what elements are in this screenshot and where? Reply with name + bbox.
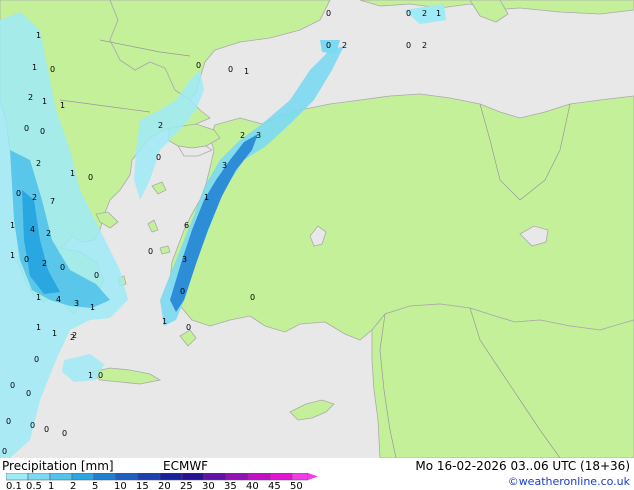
model-name: ECMWF: [163, 459, 209, 473]
precip-label: 1: [88, 371, 93, 380]
precip-label: 0: [250, 293, 255, 302]
precip-label: 2: [72, 331, 77, 340]
scale-swatch: [115, 473, 139, 481]
scale-swatch: [93, 473, 117, 481]
scale-swatch: [203, 473, 227, 481]
credit-link[interactable]: ©weatheronline.co.uk: [508, 475, 630, 488]
scale-label: 20: [158, 481, 171, 490]
precip-label: 0: [196, 61, 201, 70]
precip-label: 0: [94, 271, 99, 280]
scale-label: 0.5: [26, 481, 42, 490]
precip-label: 1: [32, 63, 37, 72]
scale-label: 40: [246, 481, 259, 490]
precip-label: 4: [56, 295, 61, 304]
scale-label: 15: [136, 481, 149, 490]
precip-label: 1: [42, 97, 47, 106]
valid-time: Mo 16-02-2026 03..06 UTC (18+36): [415, 459, 630, 473]
precip-label: 1: [90, 303, 95, 312]
scale-label: 2: [70, 481, 76, 490]
precip-label: 0: [34, 355, 39, 364]
precip-label: 0: [88, 173, 93, 182]
scale-label: 50: [290, 481, 303, 490]
precip-label: 0: [326, 41, 331, 50]
scale-swatch: [137, 473, 161, 481]
scale-swatch: [49, 473, 73, 481]
precip-label: 0: [186, 323, 191, 332]
scale-swatch: [27, 473, 51, 481]
precip-label: 0: [228, 65, 233, 74]
scale-label: 30: [202, 481, 215, 490]
precip-label: 0: [26, 389, 31, 398]
precip-label: 1: [70, 169, 75, 178]
precip-label: 0: [156, 153, 161, 162]
precip-label: 6: [184, 221, 189, 230]
scale-label: 35: [224, 481, 237, 490]
scale-label: 1: [48, 481, 54, 490]
precip-label: 4: [30, 225, 35, 234]
scale-swatch: [225, 473, 249, 481]
precip-label: 7: [50, 197, 55, 206]
precip-label: 0: [6, 417, 11, 426]
precip-label: 0: [326, 9, 331, 18]
scale-label: 5: [92, 481, 98, 490]
precip-label: 2: [422, 41, 427, 50]
scale-label: 10: [114, 481, 127, 490]
precip-label: 0: [30, 421, 35, 430]
precip-label: 0: [60, 263, 65, 272]
precip-label: 0: [50, 65, 55, 74]
precip-label: 1: [10, 251, 15, 260]
precip-label: 0: [98, 371, 103, 380]
precip-label: 0: [148, 247, 153, 256]
scale-swatch: [291, 473, 309, 481]
precip-label: 0: [406, 41, 411, 50]
scale-swatch: [159, 473, 183, 481]
scale-label: 0.1: [6, 481, 22, 490]
legend-footer: Precipitation [mm] ECMWF Mo 16-02-2026 0…: [0, 458, 634, 490]
precip-label: 2: [42, 259, 47, 268]
precip-label: 1: [36, 293, 41, 302]
scale-swatch: [71, 473, 95, 481]
scale-label: 45: [268, 481, 281, 490]
precip-label: 0: [40, 127, 45, 136]
color-scale: 0.1 0.5 1 2 5 10 15 20 25 30 35 40 45 50: [6, 473, 318, 490]
precip-label: 2: [342, 41, 347, 50]
precip-label: 2: [32, 193, 37, 202]
precip-label: 3: [182, 255, 187, 264]
scale-swatch: [269, 473, 293, 481]
precip-label: 2: [240, 131, 245, 140]
precip-label: 2: [36, 159, 41, 168]
map-title: Precipitation [mm]: [2, 459, 114, 473]
precip-label: 1: [436, 9, 441, 18]
precip-label: 0: [24, 255, 29, 264]
scale-swatch: [247, 473, 271, 481]
precip-label: 0: [16, 189, 21, 198]
precip-label: 1: [60, 101, 65, 110]
precip-label: 2: [422, 9, 427, 18]
precip-label: 0: [2, 447, 7, 456]
precip-label: 0: [44, 425, 49, 434]
precip-label: 1: [204, 193, 209, 202]
precipitation-map: 1 0 1 0 2 1 1 0 0 0 2 1 0 2 0 2 7 1 0 4 …: [0, 0, 634, 458]
precip-label: 1: [36, 31, 41, 40]
precip-label: 0: [62, 429, 67, 438]
scale-label: 25: [180, 481, 193, 490]
precip-label: 1: [36, 323, 41, 332]
precip-label: 1: [244, 67, 249, 76]
scale-swatch: [181, 473, 205, 481]
precip-label: 1: [52, 329, 57, 338]
precip-label: 0: [406, 9, 411, 18]
precip-label: 1: [10, 221, 15, 230]
scale-arrow: [308, 473, 318, 480]
precip-label: 2: [158, 121, 163, 130]
precip-label: 3: [74, 299, 79, 308]
precip-label: 0: [24, 124, 29, 133]
precip-label: 3: [256, 131, 261, 140]
precip-label: 2: [46, 229, 51, 238]
precip-label: 0: [180, 287, 185, 296]
precip-label: 0: [10, 381, 15, 390]
precip-label: 2: [28, 93, 33, 102]
precip-label: 1: [162, 317, 167, 326]
precip-label: 3: [222, 161, 227, 170]
scale-swatch: [6, 473, 29, 481]
